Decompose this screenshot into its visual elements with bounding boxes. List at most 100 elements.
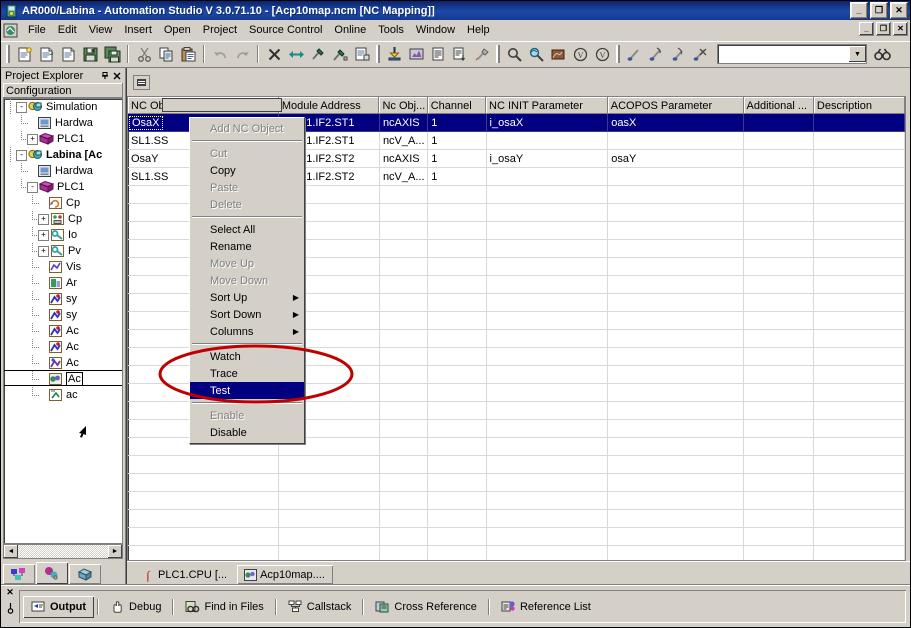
tree-expander[interactable]: - <box>16 149 27 161</box>
table-cell[interactable] <box>813 114 905 132</box>
context-menu-item-trace[interactable]: Trace <box>190 365 304 382</box>
debug-step-icon[interactable] <box>645 43 667 65</box>
restore-button[interactable]: ❐ <box>870 2 888 19</box>
tree-item[interactable]: - Labina [Ac <box>4 147 122 163</box>
menu-item-open[interactable]: Open <box>158 22 197 38</box>
table-cell[interactable] <box>486 167 609 186</box>
mdi-restore-button[interactable]: ❐ <box>876 22 891 36</box>
minimize-button[interactable]: _ <box>850 2 868 19</box>
monitor-icon[interactable] <box>525 43 547 65</box>
tree-item[interactable]: Cp <box>4 195 122 211</box>
triangle-left-icon[interactable]: ◄ <box>4 545 18 558</box>
new-file-icon[interactable] <box>13 43 35 65</box>
table-cell[interactable] <box>813 167 905 186</box>
menu-item-edit[interactable]: Edit <box>52 22 83 38</box>
debug-stepover-icon[interactable] <box>667 43 689 65</box>
toolbar-grip[interactable] <box>376 45 380 63</box>
context-menu-item-disable[interactable]: Disable <box>190 424 304 441</box>
tree-item[interactable]: sy <box>4 291 122 307</box>
physical-view-tab[interactable] <box>69 564 101 584</box>
column-header[interactable]: Channel <box>427 97 487 114</box>
triangle-right-icon[interactable]: ► <box>108 545 122 558</box>
table-cell[interactable] <box>607 131 745 150</box>
menu-item-help[interactable]: Help <box>461 22 496 38</box>
context-menu-item-watch[interactable]: Watch <box>190 348 304 365</box>
table-cell[interactable]: ncV_A... <box>379 131 429 150</box>
menu-item-source-control[interactable]: Source Control <box>243 22 328 38</box>
list-down-icon[interactable] <box>449 43 471 65</box>
table-cell[interactable] <box>813 131 905 150</box>
table-cell[interactable]: i_osaX <box>486 114 609 132</box>
context-menu-item-select-all[interactable]: Select All <box>190 221 304 238</box>
tree-expander[interactable]: + <box>27 133 38 145</box>
tree-item[interactable]: Ac <box>4 339 122 355</box>
tree-item[interactable]: Hardwa <box>4 163 122 179</box>
table-cell[interactable] <box>743 114 815 132</box>
output-tab-output[interactable]: Output <box>23 595 95 618</box>
table-cell[interactable]: osaY <box>607 149 745 168</box>
chevron-down-icon[interactable]: ▼ <box>849 46 866 62</box>
tree-item[interactable]: - PLC1 <box>4 179 122 195</box>
watch-icon[interactable] <box>547 43 569 65</box>
output-tab-reference-list[interactable]: Reference List <box>493 596 599 618</box>
cut-icon[interactable] <box>133 43 155 65</box>
column-header[interactable]: Nc Obj... <box>379 97 428 114</box>
tree-item[interactable]: Hardwa <box>4 115 122 131</box>
context-menu-item-columns[interactable]: Columns ▶ <box>190 323 304 340</box>
open-file-icon[interactable] <box>35 43 57 65</box>
mdi-minimize-button[interactable]: _ <box>859 22 874 36</box>
tree-item[interactable]: Ac <box>4 323 122 339</box>
tree-item[interactable]: Ac <box>4 355 122 371</box>
table-cell[interactable] <box>486 131 609 150</box>
menu-item-project[interactable]: Project <box>197 22 243 38</box>
table-cell[interactable] <box>743 149 815 168</box>
pin-icon[interactable] <box>99 70 111 82</box>
menu-item-view[interactable]: View <box>83 22 119 38</box>
mdi-close-button[interactable]: ✕ <box>893 22 908 36</box>
delete-x-icon[interactable] <box>263 43 285 65</box>
output-tab-callstack[interactable]: Callstack <box>280 596 360 618</box>
configuration-tab[interactable] <box>36 562 68 584</box>
table-cell[interactable] <box>813 149 905 168</box>
column-header[interactable]: Additional ... <box>743 97 814 114</box>
context-menu-item-rename[interactable]: Rename <box>190 238 304 255</box>
version-v2-icon[interactable]: V <box>591 43 613 65</box>
menu-item-window[interactable]: Window <box>410 22 461 38</box>
tree-item[interactable]: Ac <box>4 370 122 387</box>
close-button[interactable]: ✕ <box>890 2 908 19</box>
build-icon[interactable] <box>307 43 329 65</box>
table-cell[interactable]: ncAXIS <box>379 114 429 132</box>
tree-item[interactable]: + Io <box>4 227 122 243</box>
new-document-icon[interactable] <box>57 43 79 65</box>
output-tab-find-in-files[interactable]: Find in Files <box>177 596 271 618</box>
tree-item[interactable]: sy <box>4 307 122 323</box>
tree-item[interactable]: + PLC1 <box>4 131 122 147</box>
logical-view-tab[interactable] <box>3 564 35 584</box>
redo-icon[interactable] <box>231 43 253 65</box>
context-menu-item-copy[interactable]: Copy <box>190 162 304 179</box>
table-cell[interactable]: 1 <box>427 131 487 150</box>
download-icon[interactable] <box>383 43 405 65</box>
tree-item[interactable]: - Simulation <box>4 99 122 115</box>
table-cell[interactable] <box>607 167 745 186</box>
save-all-icon[interactable] <box>101 43 123 65</box>
table-cell[interactable] <box>743 131 815 150</box>
find-object-icon[interactable] <box>503 43 525 65</box>
binoculars-icon[interactable] <box>871 43 893 65</box>
tree-expander[interactable]: + <box>38 229 49 241</box>
output-tab-debug[interactable]: Debug <box>102 596 169 618</box>
transfer-icon[interactable] <box>285 43 307 65</box>
copy-icon[interactable] <box>155 43 177 65</box>
version-v1-icon[interactable]: V <box>569 43 591 65</box>
grid-properties-button[interactable] <box>133 74 150 90</box>
context-menu-item-sort-down[interactable]: Sort Down ▶ <box>190 306 304 323</box>
properties-icon[interactable] <box>351 43 373 65</box>
table-cell[interactable]: ncAXIS <box>379 149 429 168</box>
context-menu-item-test[interactable]: Test <box>190 382 304 399</box>
clean-icon[interactable] <box>471 43 493 65</box>
tree-expander[interactable]: + <box>38 245 49 257</box>
context-menu-item-sort-up[interactable]: Sort Up ▶ <box>190 289 304 306</box>
search-input[interactable] <box>718 46 846 62</box>
close-icon[interactable] <box>111 70 123 82</box>
tree-expander[interactable]: - <box>27 181 38 193</box>
